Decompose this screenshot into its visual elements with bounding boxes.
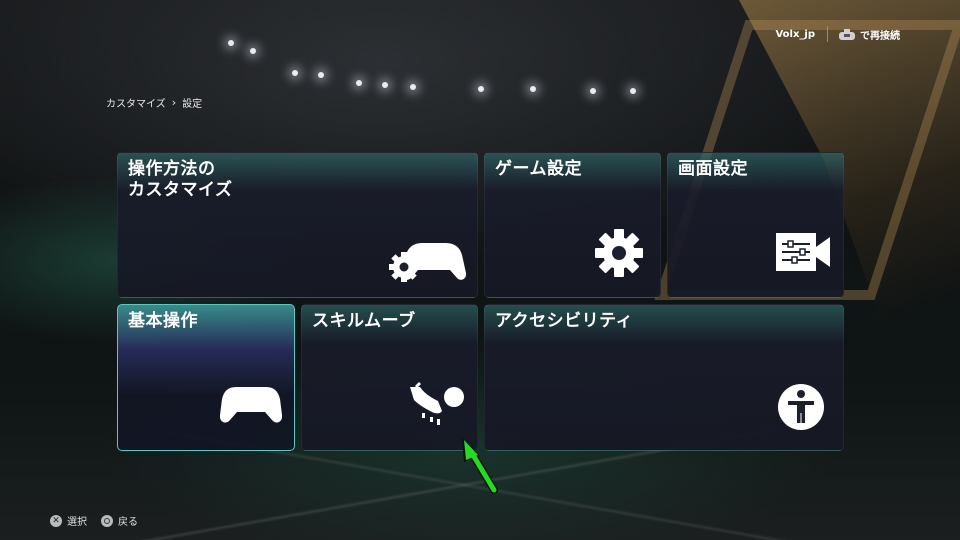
select-hint-label: 選択 [67,517,87,528]
divider [827,26,828,42]
boot-ball-icon [410,381,464,425]
cross-button-icon: ✕ [50,514,62,527]
button-hints: ✕ 選択 戻る [50,513,138,528]
chevron-right-icon: › [171,96,177,109]
breadcrumb-current: 設定 [182,99,203,110]
gear-icon [595,229,643,277]
tile-label: 画面設定 [678,159,748,179]
username: Volx_jp [775,28,815,40]
circle-button-icon [101,514,113,527]
tile-accessibility[interactable]: アクセシビリティ [484,304,844,451]
gear-controller-icon [389,243,467,282]
tile-label: スキルムーブ [312,311,416,331]
tile-label: 基本操作 [128,311,198,331]
back-hint-label[interactable]: 戻る [118,513,138,528]
controller-icon [220,387,282,423]
tile-basic-controls[interactable]: 基本操作 [117,304,295,451]
reconnect-label: で再接続 [860,30,900,42]
tile-label: アクセシビリティ [495,311,634,331]
top-bar: Volx_jp で再接続 [775,26,900,42]
breadcrumb: カスタマイズ › 設定 [106,95,202,110]
tile-game-settings[interactable]: ゲーム設定 [484,152,661,298]
controller-reconnect-icon [839,28,855,40]
breadcrumb-parent: カスタマイズ [106,99,166,110]
pointer-arrow-icon [462,438,498,494]
accessibility-icon [778,384,824,430]
tile-display-settings[interactable]: 画面設定 [667,152,844,298]
video-settings-icon [776,233,830,271]
tile-label: ゲーム設定 [495,159,582,179]
tile-label: 操作方法の カスタマイズ [128,159,233,200]
tile-control-customize[interactable]: 操作方法の カスタマイズ [117,152,478,298]
tile-skill-moves[interactable]: スキルムーブ [301,304,478,451]
